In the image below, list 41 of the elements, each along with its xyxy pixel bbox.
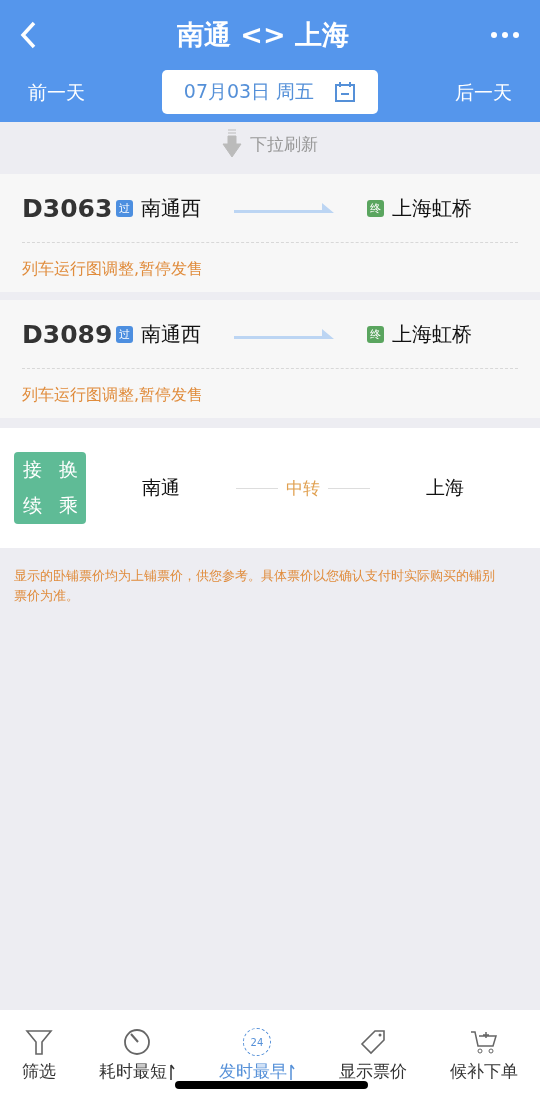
- badge-character: 换: [58, 457, 78, 482]
- toolbar-tab[interactable]: 显示票价: [338, 1028, 407, 1084]
- departure-station: 南通西: [141, 194, 201, 222]
- departure-station: 南通西: [141, 320, 201, 348]
- cart-icon: [470, 1028, 499, 1056]
- back-icon[interactable]: [20, 21, 36, 49]
- sort-icon: [289, 1063, 295, 1080]
- sale-notice: 列车运行图调整,暂停发售: [22, 384, 205, 406]
- sort-icon: [169, 1063, 176, 1080]
- page-title: 南通 <> 上海: [176, 18, 349, 52]
- route-arrow-icon: [234, 328, 334, 340]
- price-note: 显示的卧铺票价均为上铺票价，供您参考。具体票价以您确认支付时实际购买的铺别票价为准。: [13, 567, 496, 605]
- pass-badge: 过: [116, 325, 133, 343]
- arrival-city: 上海: [425, 475, 465, 500]
- departure-city: 南通: [141, 475, 181, 500]
- pull-to-refresh-hint: 下拉刷新: [250, 132, 318, 156]
- tag-icon: [358, 1028, 387, 1056]
- down-arrow-icon: [222, 129, 242, 159]
- arrival-station: 上海虹桥: [392, 194, 473, 222]
- toolbar-tab[interactable]: 候补下单: [450, 1028, 519, 1084]
- route-arrow-icon: [234, 202, 334, 214]
- filter-icon: [24, 1028, 53, 1056]
- arrival-station: 上海虹桥: [392, 320, 473, 348]
- train-number: D3089: [22, 319, 114, 349]
- toolbar-tab[interactable]: 耗时最短: [99, 1028, 176, 1084]
- toolbar-tab[interactable]: 筛选: [21, 1028, 56, 1084]
- timer-icon: [123, 1028, 152, 1056]
- calendar-icon: [334, 81, 357, 103]
- more-icon[interactable]: [490, 31, 520, 39]
- train-card[interactable]: D3089 过 南通西 终 上海虹桥 列车运行图调整,暂停发售: [0, 300, 540, 418]
- transfer-card[interactable]: 接 换 续 乘 南通 中转 上海: [0, 428, 540, 548]
- transfer-label: 中转: [286, 476, 320, 500]
- sale-notice: 列车运行图调整,暂停发售: [22, 258, 205, 280]
- train-number: D3063: [22, 193, 114, 223]
- badge-character: 乘: [58, 493, 78, 518]
- terminal-badge: 终: [367, 199, 384, 217]
- badge-character: 接: [22, 457, 42, 482]
- train-card[interactable]: D3063 过 南通西 终 上海虹桥 列车运行图调整,暂停发售: [0, 174, 540, 292]
- terminal-badge: 终: [367, 325, 384, 343]
- pass-badge: 过: [116, 199, 133, 217]
- badge-character: 续: [22, 493, 42, 518]
